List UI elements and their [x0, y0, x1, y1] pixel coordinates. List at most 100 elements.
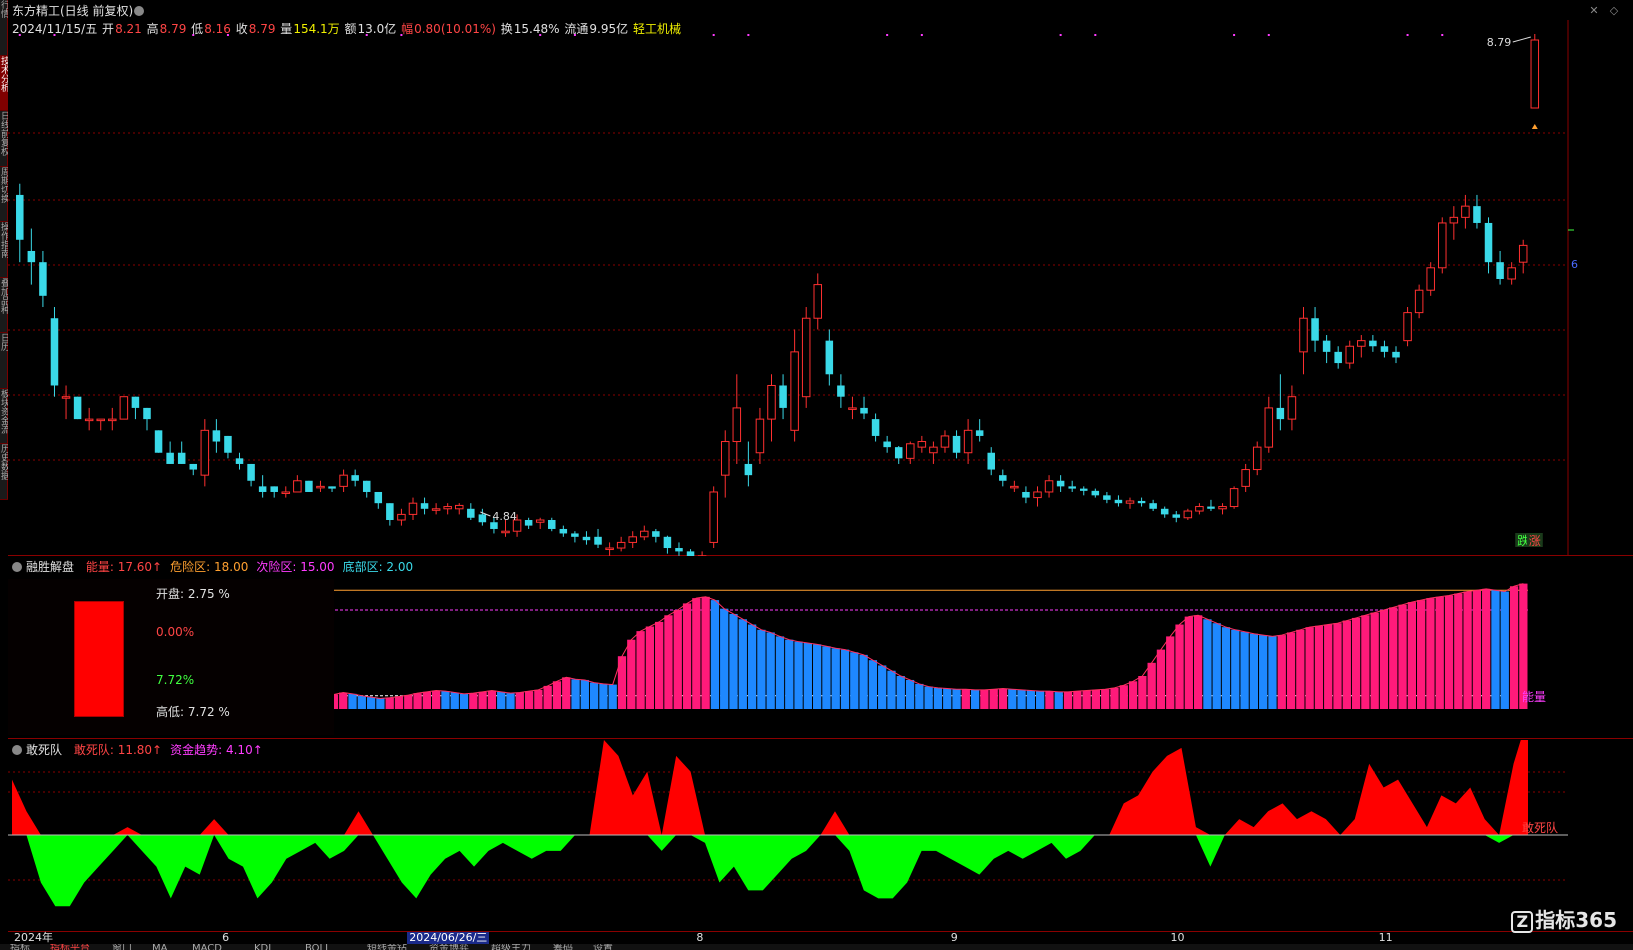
energy-bar — [1073, 691, 1082, 709]
bottom-tab-11[interactable]: 设置 — [593, 944, 613, 950]
candle — [177, 441, 186, 464]
candle — [467, 503, 475, 520]
energy-bar — [1221, 627, 1231, 709]
left-tab-4[interactable]: 操作指南 — [0, 222, 8, 278]
signal-dot — [886, 34, 889, 36]
energy-bar — [1370, 612, 1379, 709]
energy-bar — [487, 690, 497, 709]
candle — [813, 273, 823, 330]
bottom-tab-8[interactable]: 资金博弈 — [429, 944, 469, 950]
left-tab-6[interactable]: 日历 — [0, 333, 8, 389]
energy-bar — [757, 629, 766, 709]
energy-bar — [878, 665, 887, 709]
bottom-tab-4[interactable]: MACD — [192, 944, 222, 950]
candle — [1518, 239, 1528, 274]
left-tab-8[interactable]: 历史数据 — [0, 444, 8, 500]
candle — [524, 517, 533, 529]
energy-bar — [1407, 602, 1416, 709]
candle — [663, 535, 672, 554]
candle — [189, 463, 198, 476]
indicator2-chart[interactable]: 敢死队 — [8, 740, 1633, 932]
left-tab-0[interactable]: 行情 — [0, 0, 8, 56]
energy-bar — [785, 639, 794, 709]
quote-info-bar: 东方精工(日线 前复权) 2024/11/15/五 开8.21 高8.79 低8… — [12, 2, 682, 36]
candle — [1322, 335, 1331, 364]
energy-bar — [543, 685, 552, 709]
candle — [697, 551, 707, 556]
energy-bar — [1463, 591, 1472, 709]
energy-bar — [673, 610, 682, 709]
candle — [883, 435, 891, 453]
energy-bar — [1454, 593, 1463, 709]
energy-bar — [1379, 610, 1389, 709]
energy-bar — [859, 654, 868, 709]
candle — [1172, 511, 1181, 523]
candle — [917, 435, 927, 453]
energy-bar — [636, 631, 645, 709]
energy-bar — [1156, 649, 1166, 709]
indicator2-panel[interactable]: 敢死队 敢死队 敢死队: 11.80↑ 资金趋势: 4.10↑ — [8, 740, 1633, 932]
bottom-tab-9[interactable]: 超级主力 — [491, 944, 531, 950]
candle — [328, 486, 336, 492]
left-tab-5[interactable]: 叠加品种 — [0, 278, 8, 334]
indicator2-name: 敢死队 — [26, 743, 63, 757]
date-tick: 6 — [222, 931, 230, 944]
left-tab-7[interactable]: 板块资金流 — [0, 389, 8, 445]
candle — [1334, 346, 1342, 369]
left-tab-3[interactable]: 周期切换 — [0, 167, 8, 223]
bottom-tab-0[interactable]: 指标 — [10, 944, 30, 950]
open-label: 开 — [102, 22, 115, 36]
indicator-settings-icon[interactable] — [12, 562, 22, 572]
candle — [767, 374, 776, 442]
indicator1-panel[interactable]: 能量 融胜解盘 能量: 17.60↑ 危险区: 18.00 次险区: 15.00 底部… — [8, 557, 1633, 739]
bottom-tab-5[interactable]: KDJ — [254, 944, 271, 950]
candlestick-chart[interactable]: 8.794.84跌财减涨6 — [8, 0, 1633, 556]
energy-bar — [905, 679, 915, 709]
bottom-tab-3[interactable]: MA — [152, 944, 167, 950]
right-edge-label: 6 — [1571, 258, 1578, 271]
candle — [975, 419, 984, 442]
energy-bar — [655, 621, 664, 709]
energy-bar — [1398, 604, 1407, 709]
candle — [478, 508, 487, 526]
bottom-tab-7[interactable]: 短线金钻 — [367, 944, 407, 950]
candle — [212, 419, 221, 453]
energy-bar — [1305, 627, 1314, 709]
diamond-icon[interactable]: ◇ — [1607, 4, 1621, 18]
main-chart-panel[interactable]: 8.794.84跌财减涨6 东方精工(日线 前复权) 2024/11/15/五 … — [8, 0, 1633, 556]
energy-bar — [1203, 619, 1212, 709]
candle — [686, 549, 695, 556]
signal-dot — [1441, 34, 1444, 36]
candle — [1357, 335, 1366, 358]
bottom-tab-1[interactable]: 指标平台 — [50, 944, 90, 950]
open-pct-value: 2.75 % — [187, 587, 230, 601]
indicator-param-0: 敢死队: 11.80↑ — [73, 743, 163, 757]
candle — [305, 480, 313, 492]
bottom-tab-2[interactable]: 窗口 — [112, 944, 132, 950]
indicator1-red-block — [74, 601, 124, 717]
energy-bar — [571, 679, 580, 709]
energy-bar — [1101, 689, 1110, 709]
volume-label: 量 — [280, 22, 293, 36]
industry-tag[interactable]: 轻工机械 — [633, 22, 681, 36]
energy-bar — [710, 600, 720, 709]
candle — [571, 531, 579, 543]
left-tab-2[interactable]: 日线前复权 — [0, 111, 8, 167]
negative-area — [12, 835, 1528, 907]
energy-bar — [664, 615, 673, 709]
left-tab-1[interactable]: 技术分析 — [0, 55, 8, 112]
energy-bar — [831, 648, 840, 709]
candle — [594, 528, 602, 549]
candle — [1022, 486, 1030, 504]
candle — [1426, 262, 1435, 296]
candle — [1091, 488, 1100, 498]
energy-bar — [989, 689, 998, 709]
energy-bar — [1426, 598, 1435, 709]
close-icon[interactable]: ✕ — [1587, 4, 1601, 18]
indicator-settings-icon[interactable] — [12, 745, 22, 755]
settings-icon[interactable] — [134, 6, 145, 16]
energy-bar — [729, 613, 738, 709]
date-tick: 8 — [696, 931, 704, 944]
bottom-tab-10[interactable]: 筹码 — [553, 944, 573, 950]
bottom-tab-6[interactable]: BOLL — [305, 944, 331, 950]
